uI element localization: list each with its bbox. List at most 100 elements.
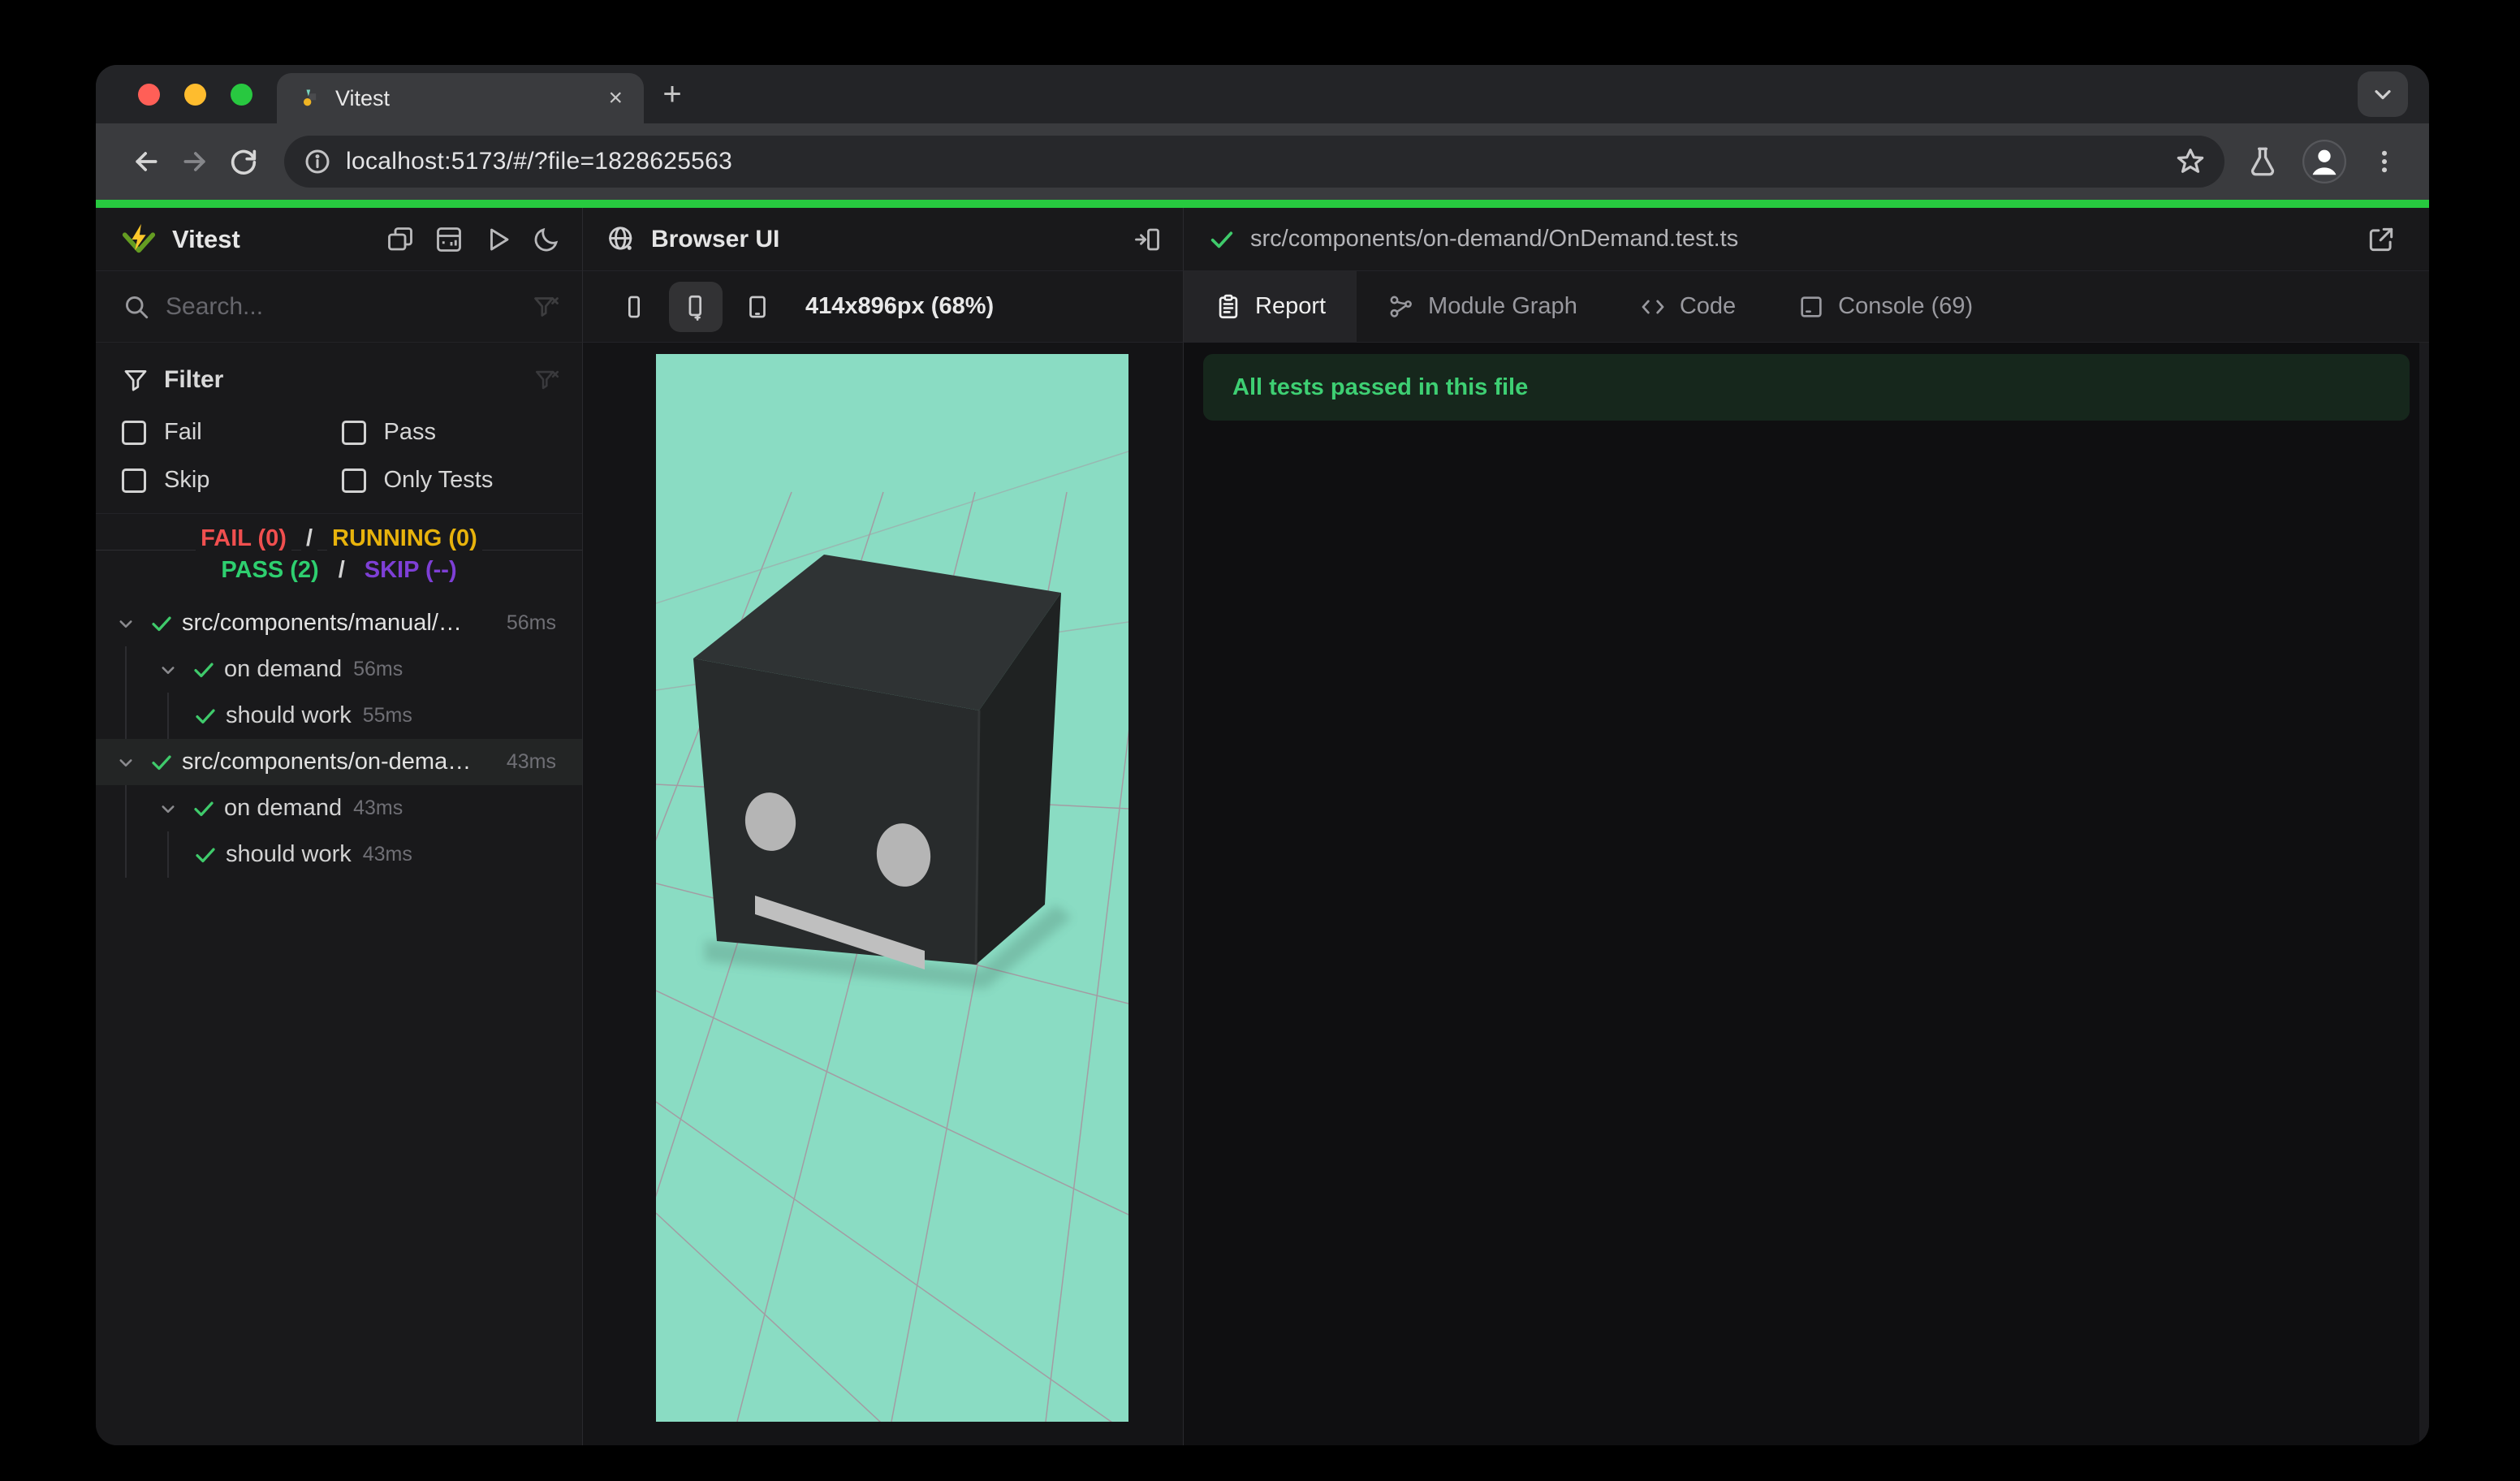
tab-console[interactable]: Console (69) bbox=[1767, 271, 2004, 342]
browser-panel-title: Browser UI bbox=[651, 225, 780, 253]
back-button[interactable] bbox=[125, 140, 167, 183]
tree-row-file-manual[interactable]: src/components/manual/… 56ms bbox=[96, 600, 582, 646]
scrollbar-track[interactable] bbox=[2419, 343, 2429, 1445]
dark-mode-moon-icon[interactable] bbox=[532, 225, 561, 254]
checkbox-icon bbox=[341, 420, 366, 445]
fail-count: FAIL (0) bbox=[196, 525, 291, 552]
collapse-panels-icon[interactable] bbox=[386, 225, 415, 254]
test-tree: src/components/manual/… 56ms on demand 5… bbox=[96, 600, 582, 878]
filter-label: Fail bbox=[164, 419, 202, 445]
tree-row-suite[interactable]: on demand 56ms bbox=[96, 646, 582, 693]
chevron-down-icon[interactable] bbox=[114, 750, 138, 775]
run-all-play-icon[interactable] bbox=[483, 225, 512, 254]
close-window-button[interactable] bbox=[138, 83, 160, 106]
dashboard-icon[interactable] bbox=[434, 225, 464, 254]
forward-button[interactable] bbox=[174, 140, 216, 183]
report-content: All tests passed in this file bbox=[1184, 343, 2429, 1445]
tree-row-suite[interactable]: on demand 43ms bbox=[96, 785, 582, 831]
reload-button[interactable] bbox=[222, 140, 265, 183]
filter-section: Filter Fail Pass Skip Only Tests bbox=[96, 343, 582, 514]
filter-checkbox-skip[interactable]: Skip bbox=[122, 467, 342, 494]
code-icon bbox=[1639, 293, 1667, 321]
globe-icon bbox=[606, 224, 636, 255]
test-file-path[interactable]: src/components/on-demand/OnDemand.test.t… bbox=[1250, 226, 2351, 253]
tab-close-icon[interactable]: × bbox=[608, 86, 623, 110]
device-phone-small-button[interactable] bbox=[607, 282, 661, 332]
clear-filter-icon[interactable] bbox=[533, 366, 561, 394]
filter-label: Only Tests bbox=[383, 467, 494, 493]
chevron-down-icon[interactable] bbox=[114, 611, 138, 636]
pass-check-icon bbox=[193, 843, 218, 867]
filter-checkbox-fail[interactable]: Fail bbox=[122, 419, 342, 446]
filter-options: Fail Pass Skip Only Tests bbox=[122, 419, 561, 494]
filter-title: Filter bbox=[164, 366, 224, 393]
pass-check-icon bbox=[1208, 226, 1236, 253]
minimize-window-button[interactable] bbox=[184, 83, 206, 106]
pass-check-icon bbox=[149, 750, 174, 775]
tab-strip: Vitest × + bbox=[96, 65, 2429, 123]
viewport-dimensions[interactable]: 414x896px (68%) bbox=[805, 293, 994, 320]
screenshot-stage: Vitest × + localhost:5173/#/?file=182862… bbox=[0, 0, 2520, 1481]
filter-checkbox-pass[interactable]: Pass bbox=[341, 419, 562, 446]
browser-window: Vitest × + localhost:5173/#/?file=182862… bbox=[96, 65, 2429, 1445]
console-icon bbox=[1797, 293, 1825, 321]
checkbox-icon bbox=[341, 468, 366, 493]
test-label: src/components/on-dema… bbox=[182, 749, 472, 775]
open-external-icon[interactable] bbox=[2366, 224, 2397, 255]
tab-code-label: Code bbox=[1679, 293, 1737, 319]
chevron-down-icon[interactable] bbox=[156, 797, 180, 821]
status-line-2: PASS (2) / SKIP (--) bbox=[96, 557, 582, 584]
skip-count: SKIP (--) bbox=[359, 557, 462, 584]
checkbox-icon bbox=[122, 468, 146, 493]
report-tabs: Report Module Graph Code Console (69) bbox=[1184, 271, 2429, 343]
tab-report-label: Report bbox=[1255, 293, 1327, 319]
toolbar-right-icons bbox=[2246, 140, 2405, 184]
tab-report[interactable]: Report bbox=[1184, 271, 1357, 342]
device-toolbar: 414x896px (68%) bbox=[583, 271, 1184, 343]
separator: / bbox=[333, 557, 350, 584]
browser-viewport-panel bbox=[583, 343, 1184, 1445]
test-duration: 56ms bbox=[506, 611, 556, 634]
menu-kebab-icon[interactable] bbox=[2369, 146, 2400, 177]
tab-search-button[interactable] bbox=[2358, 71, 2408, 117]
robot-cube bbox=[693, 555, 1061, 969]
profile-avatar[interactable] bbox=[2302, 140, 2346, 184]
chevron-down-icon[interactable] bbox=[156, 658, 180, 682]
tab-code[interactable]: Code bbox=[1608, 271, 1767, 342]
banner-text: All tests passed in this file bbox=[1232, 373, 1529, 400]
pass-check-icon bbox=[192, 658, 216, 682]
site-info-icon[interactable] bbox=[302, 146, 333, 177]
clear-filter-icon[interactable] bbox=[532, 292, 561, 322]
tab-module-graph[interactable]: Module Graph bbox=[1357, 271, 1608, 342]
bookmark-star-icon[interactable] bbox=[2174, 145, 2207, 178]
indent-guide bbox=[167, 693, 169, 739]
clipboard-icon bbox=[1215, 293, 1242, 321]
browser-viewport-3d-scene[interactable] bbox=[656, 354, 1128, 1422]
experiments-flask-icon[interactable] bbox=[2246, 145, 2280, 179]
tree-row-file-on-demand[interactable]: src/components/on-dema… 43ms bbox=[96, 739, 582, 785]
checkbox-icon bbox=[122, 420, 146, 445]
sidebar-header-actions bbox=[386, 225, 561, 254]
test-label: src/components/manual/… bbox=[182, 610, 462, 636]
address-bar[interactable]: localhost:5173/#/?file=1828625563 bbox=[284, 136, 2224, 188]
module-graph-icon bbox=[1387, 293, 1415, 321]
filter-checkbox-only-tests[interactable]: Only Tests bbox=[341, 467, 562, 494]
sidebar-header: Vitest bbox=[96, 208, 583, 271]
url-text[interactable]: localhost:5173/#/?file=1828625563 bbox=[346, 148, 2161, 175]
new-tab-button[interactable]: + bbox=[644, 65, 701, 123]
test-label: on demand bbox=[224, 795, 343, 821]
device-tablet-button[interactable] bbox=[731, 282, 784, 332]
dock-panel-right-icon[interactable] bbox=[1133, 225, 1162, 254]
search-input[interactable] bbox=[166, 292, 517, 321]
tab-module-graph-label: Module Graph bbox=[1428, 293, 1577, 319]
device-phone-plus-button[interactable] bbox=[669, 281, 723, 332]
browser-panel-header: Browser UI bbox=[583, 208, 1184, 271]
filter-label: Skip bbox=[164, 467, 210, 493]
test-label: should work bbox=[226, 841, 352, 867]
all-tests-passed-banner: All tests passed in this file bbox=[1203, 354, 2410, 421]
test-status-summary: FAIL (0) / RUNNING (0) PASS (2) / SKIP (… bbox=[96, 514, 582, 592]
maximize-window-button[interactable] bbox=[231, 83, 252, 106]
search-icon bbox=[122, 292, 151, 322]
browser-tab[interactable]: Vitest × bbox=[277, 73, 644, 123]
test-duration: 43ms bbox=[353, 797, 403, 819]
